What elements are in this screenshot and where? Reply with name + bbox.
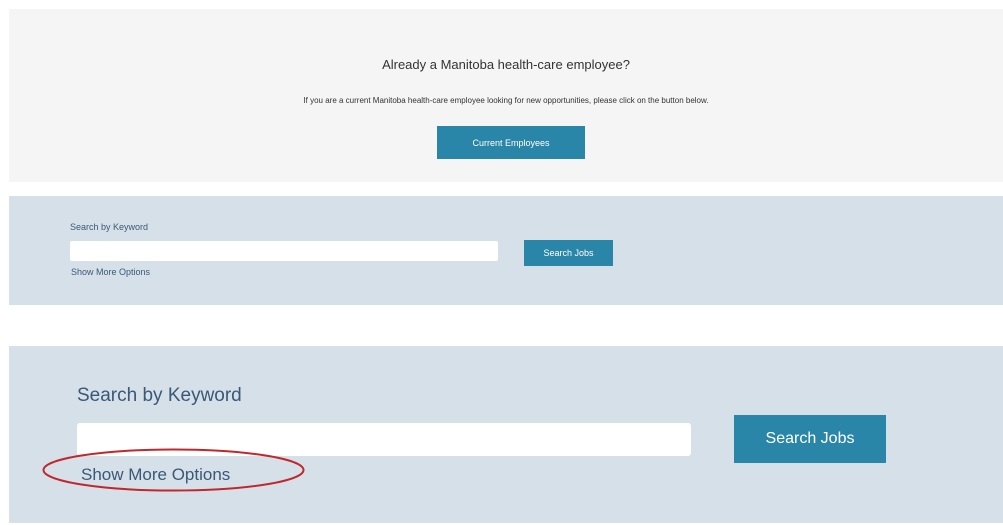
search-jobs-button[interactable]: Search Jobs: [524, 240, 613, 266]
keyword-search-panel-zoomed: Search by Keyword Search Jobs Show More …: [9, 346, 1003, 523]
keyword-search-input[interactable]: [70, 241, 498, 261]
banner-heading: Already a Manitoba health-care employee?: [382, 57, 630, 72]
search-keyword-label: Search by Keyword: [70, 222, 149, 232]
show-more-options-link-zoomed[interactable]: Show More Options: [81, 465, 230, 485]
keyword-search-input-zoomed[interactable]: [77, 423, 691, 456]
search-jobs-button-zoomed[interactable]: Search Jobs: [734, 415, 886, 463]
keyword-search-panel: Search by Keyword Search Jobs Show More …: [9, 196, 1003, 305]
page: Already a Manitoba health-care employee?…: [0, 0, 1003, 525]
current-employees-button[interactable]: Current Employees: [437, 126, 585, 159]
current-employee-banner: Already a Manitoba health-care employee?…: [9, 9, 1003, 182]
show-more-options-link[interactable]: Show More Options: [71, 267, 150, 277]
banner-description: If you are a current Manitoba health-car…: [303, 96, 709, 105]
search-keyword-label-zoomed: Search by Keyword: [77, 385, 242, 406]
